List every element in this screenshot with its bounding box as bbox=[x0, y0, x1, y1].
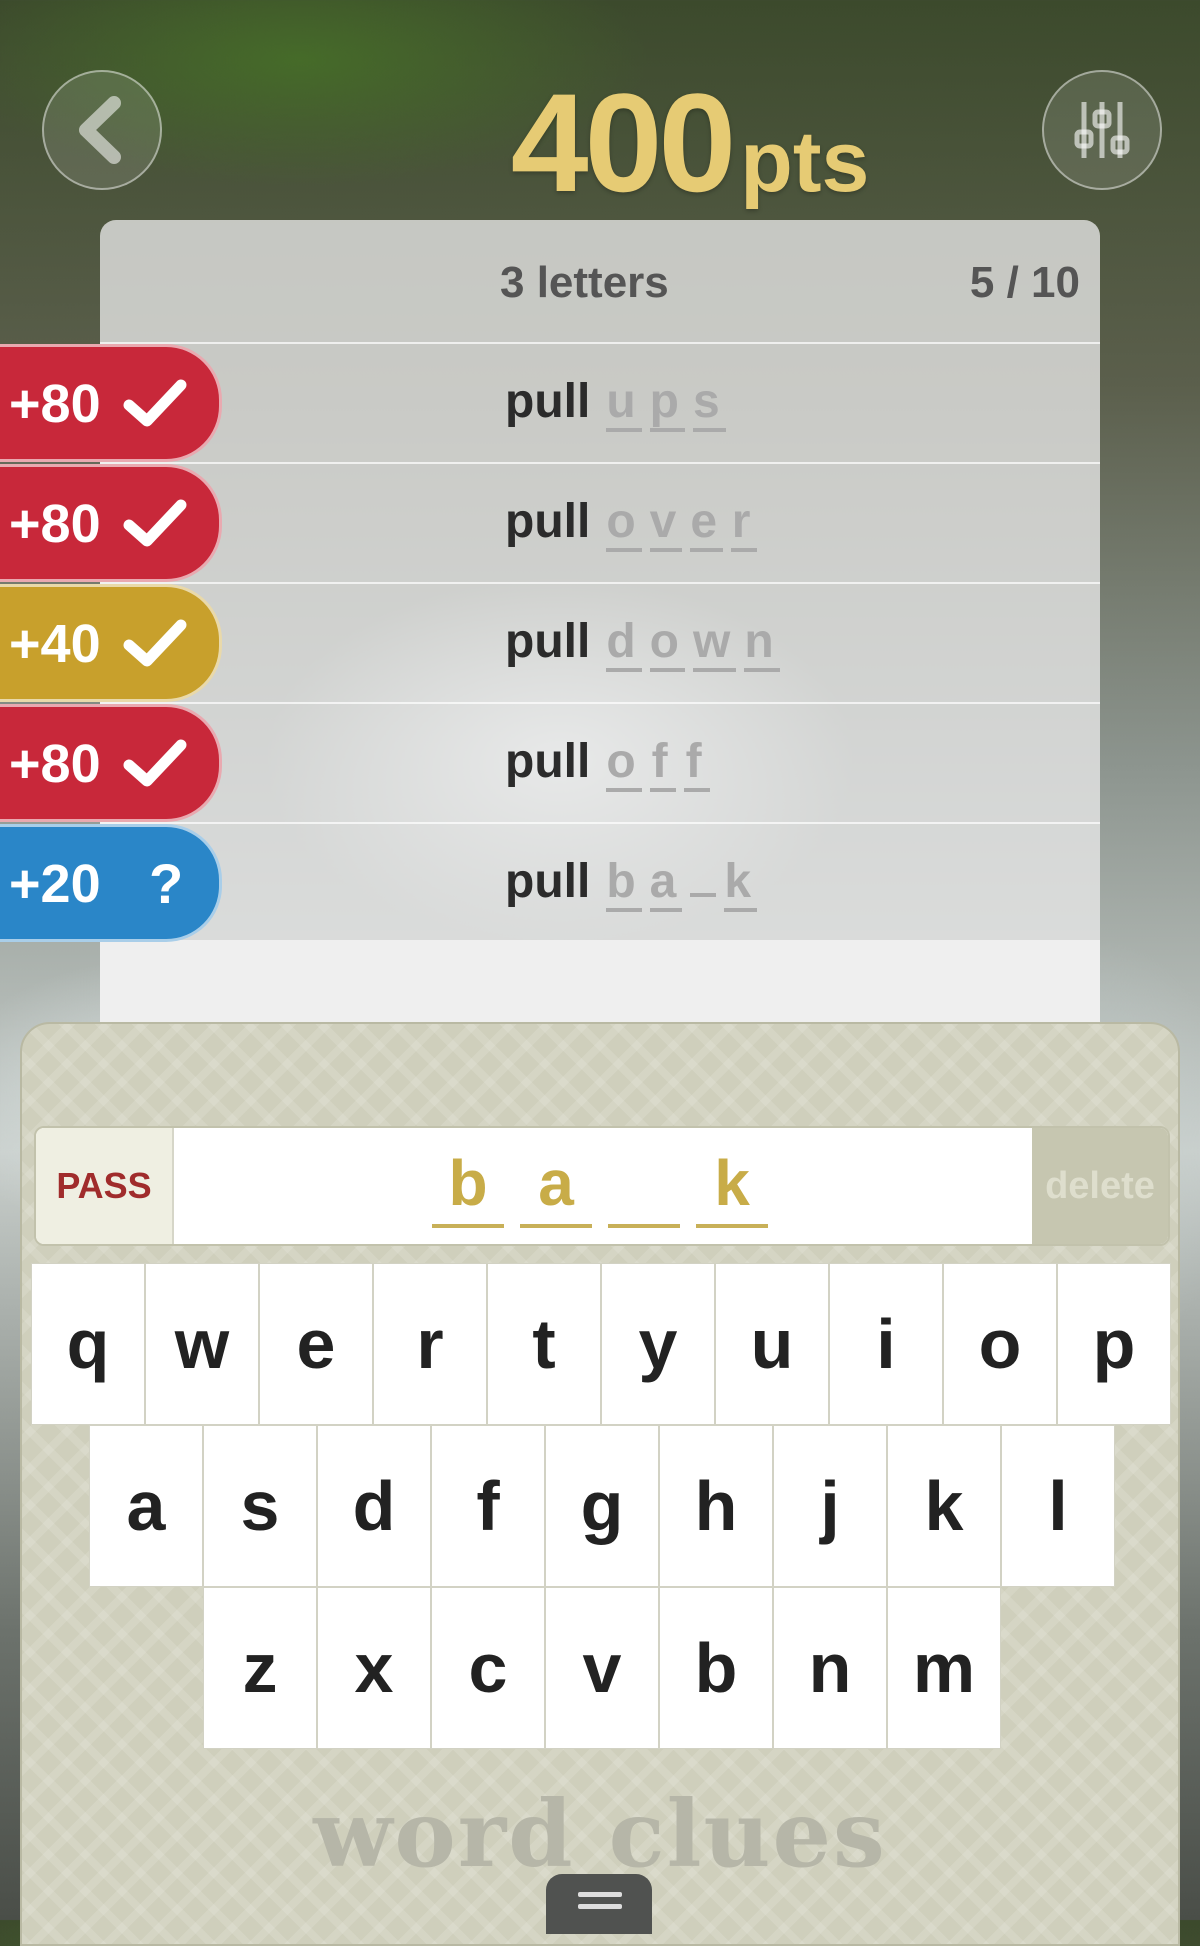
sliders-icon bbox=[1074, 102, 1130, 158]
key-l[interactable]: l bbox=[1002, 1426, 1114, 1586]
answer-letter: a bbox=[649, 856, 683, 912]
letters-label: 3 letters bbox=[500, 258, 669, 307]
clue-phrase: pull b a k bbox=[505, 854, 765, 912]
key-t[interactable]: t bbox=[488, 1264, 600, 1424]
checkmark-icon bbox=[123, 739, 187, 787]
answer-letter: p bbox=[649, 376, 685, 432]
score-display: 400pts bbox=[0, 62, 1200, 224]
key-i[interactable]: i bbox=[830, 1264, 942, 1424]
clue-base-word: pull bbox=[505, 375, 591, 428]
points-badge: +80 bbox=[0, 464, 222, 582]
clue-row: pull u p s bbox=[100, 342, 1100, 463]
key-e[interactable]: e bbox=[260, 1264, 372, 1424]
key-f[interactable]: f bbox=[432, 1426, 544, 1586]
answer-letter: f bbox=[649, 736, 676, 792]
points-value: +40 bbox=[9, 614, 101, 674]
points-value: +80 bbox=[9, 494, 101, 554]
points-badge: +20? bbox=[0, 824, 222, 942]
clue-row: pull o v e r bbox=[100, 462, 1100, 583]
menu-bar-icon bbox=[578, 1904, 622, 1909]
answer-letter: k bbox=[724, 856, 758, 912]
key-q[interactable]: q bbox=[32, 1264, 144, 1424]
key-r[interactable]: r bbox=[374, 1264, 486, 1424]
answer-letter: d bbox=[606, 616, 642, 672]
key-j[interactable]: j bbox=[774, 1426, 886, 1586]
answer-letter: b bbox=[606, 856, 642, 912]
app-logo: word clues bbox=[313, 1780, 887, 1888]
answer-letter: w bbox=[692, 616, 737, 672]
points-badge: +40 bbox=[0, 584, 222, 702]
menu-handle-button[interactable] bbox=[546, 1874, 652, 1934]
key-w[interactable]: w bbox=[146, 1264, 258, 1424]
score-value: 400 bbox=[510, 64, 737, 221]
answer-letter: n bbox=[744, 616, 780, 672]
clue-base-word: pull bbox=[505, 615, 591, 668]
typed-letter-slot: b bbox=[432, 1142, 504, 1228]
key-s[interactable]: s bbox=[204, 1426, 316, 1586]
checkmark-icon bbox=[123, 379, 187, 427]
key-z[interactable]: z bbox=[204, 1588, 316, 1748]
key-n[interactable]: n bbox=[774, 1588, 886, 1748]
answer-letter: o bbox=[606, 736, 642, 792]
points-badge: +80 bbox=[0, 344, 222, 462]
answer-letter: o bbox=[649, 616, 685, 672]
key-m[interactable]: m bbox=[888, 1588, 1000, 1748]
key-k[interactable]: k bbox=[888, 1426, 1000, 1586]
answer-letter: u bbox=[606, 376, 642, 432]
score-unit: pts bbox=[740, 114, 870, 210]
answer-input-bar: PASS ba k delete bbox=[34, 1126, 1170, 1246]
clue-row: pull d o w n bbox=[100, 582, 1100, 703]
checkmark-icon bbox=[123, 499, 187, 547]
clue-phrase: pull o v e r bbox=[505, 494, 765, 552]
clue-phrase: pull d o w n bbox=[505, 614, 788, 672]
key-v[interactable]: v bbox=[546, 1588, 658, 1748]
clue-answer: off bbox=[606, 735, 717, 792]
answer-letter: r bbox=[731, 496, 758, 552]
typed-letter-slot: k bbox=[696, 1142, 768, 1228]
delete-button[interactable]: delete bbox=[1032, 1128, 1168, 1244]
clue-answer: down bbox=[606, 615, 787, 672]
key-x[interactable]: x bbox=[318, 1588, 430, 1748]
clue-row: pull o f f bbox=[100, 702, 1100, 823]
clue-answer: ups bbox=[606, 375, 733, 432]
points-value: +80 bbox=[9, 374, 101, 434]
question-mark-icon: ? bbox=[149, 852, 184, 915]
clue-base-word: pull bbox=[505, 735, 591, 788]
answer-letter: v bbox=[649, 496, 683, 552]
typed-letter-slot: a bbox=[520, 1142, 592, 1228]
key-h[interactable]: h bbox=[660, 1426, 772, 1586]
key-p[interactable]: p bbox=[1058, 1264, 1170, 1424]
settings-button[interactable] bbox=[1042, 70, 1162, 190]
progress-counter: 5 / 10 bbox=[969, 258, 1080, 307]
key-a[interactable]: a bbox=[90, 1426, 202, 1586]
key-o[interactable]: o bbox=[944, 1264, 1056, 1424]
menu-bar-icon bbox=[578, 1892, 622, 1897]
key-c[interactable]: c bbox=[432, 1588, 544, 1748]
typed-letter-slot bbox=[608, 1142, 680, 1228]
key-g[interactable]: g bbox=[546, 1426, 658, 1586]
key-b[interactable]: b bbox=[660, 1588, 772, 1748]
points-value: +20 bbox=[9, 854, 101, 914]
clue-base-word: pull bbox=[505, 495, 591, 548]
answer-letter: e bbox=[690, 496, 724, 552]
card-header: 3 letters 5 / 10 bbox=[100, 220, 1100, 340]
clue-row: pull b a k bbox=[100, 822, 1100, 943]
clue-phrase: pull u p s bbox=[505, 374, 734, 432]
pass-button[interactable]: PASS bbox=[36, 1128, 174, 1244]
clue-base-word: pull bbox=[505, 855, 591, 908]
points-value: +80 bbox=[9, 734, 101, 794]
clue-answer: over bbox=[606, 495, 765, 552]
typed-letters: ba k bbox=[432, 1142, 768, 1232]
answer-letter: s bbox=[692, 376, 726, 432]
answer-letter: f bbox=[683, 736, 710, 792]
key-y[interactable]: y bbox=[602, 1264, 714, 1424]
key-d[interactable]: d bbox=[318, 1426, 430, 1586]
points-badge: +80 bbox=[0, 704, 222, 822]
answer-letter bbox=[690, 893, 717, 897]
clue-phrase: pull o f f bbox=[505, 734, 718, 792]
checkmark-icon bbox=[123, 619, 187, 667]
key-u[interactable]: u bbox=[716, 1264, 828, 1424]
answer-letter: o bbox=[606, 496, 642, 552]
clue-answer: bak bbox=[606, 855, 765, 912]
